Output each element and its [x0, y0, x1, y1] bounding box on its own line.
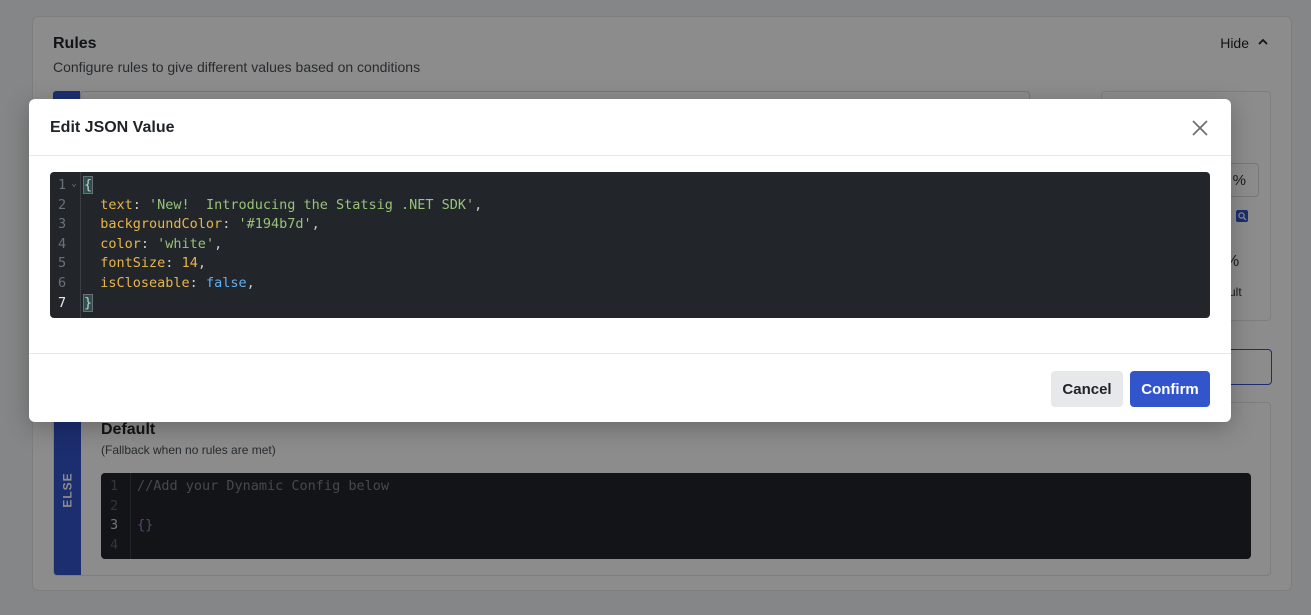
code-line: {: [82, 176, 94, 196]
line-number: 5: [58, 255, 67, 272]
modal-title: Edit JSON Value: [50, 119, 175, 136]
json-value: '#194b7d': [238, 216, 312, 233]
code-line: }: [82, 293, 94, 314]
json-value: 'New! Introducing the Statsig .NET SDK': [149, 196, 475, 213]
code-line: isCloseable: false,: [100, 275, 255, 291]
modal-header: Edit JSON Value: [29, 99, 1231, 156]
line-number: 1: [58, 177, 67, 193]
code-line: fontSize: 14,: [100, 255, 206, 272]
close-icon: [1192, 120, 1208, 136]
cancel-button[interactable]: Cancel: [1051, 371, 1123, 407]
code-line: color: 'white',: [100, 235, 223, 252]
chevron-down-icon[interactable]: ⌄: [71, 178, 77, 189]
open-brace: {: [82, 176, 94, 194]
line-number: 6: [58, 275, 67, 291]
json-key: isCloseable: [100, 275, 190, 291]
line-number: 3: [58, 216, 67, 233]
json-key: backgroundColor: [100, 216, 223, 233]
json-key: color: [100, 235, 141, 252]
json-value: 14: [181, 255, 198, 272]
json-code-editor[interactable]: 1 ⌄ 2 3 4 5 6 7 { text: 'New! Introducin…: [50, 172, 1210, 318]
close-button[interactable]: [1191, 119, 1209, 137]
confirm-button[interactable]: Confirm: [1130, 371, 1210, 407]
line-number: 7: [58, 294, 67, 311]
code-line: backgroundColor: '#194b7d',: [100, 216, 320, 233]
json-key: fontSize: [100, 255, 166, 272]
json-value: 'white': [157, 235, 215, 252]
line-number: 2: [58, 196, 67, 213]
edit-json-modal: Edit JSON Value 1 ⌄ 2 3 4 5 6 7 { text: …: [29, 99, 1231, 422]
json-value: false: [205, 275, 247, 291]
close-brace: }: [82, 293, 94, 312]
code-line: text: 'New! Introducing the Statsig .NET…: [100, 196, 483, 213]
line-number: 4: [58, 235, 67, 252]
modal-footer: Cancel Confirm: [29, 353, 1231, 422]
json-key: text: [100, 196, 133, 213]
